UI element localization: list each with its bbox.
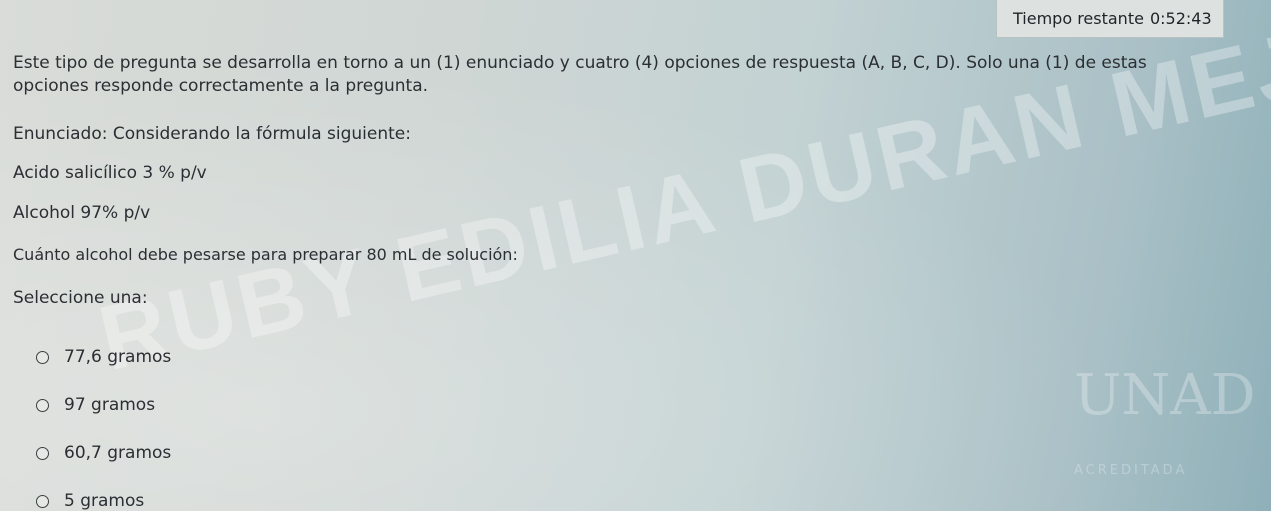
unad-logo-stamp: ACREDITADA (1074, 463, 1188, 478)
formula-line-1: Acido salicílico 3 % p/v (13, 163, 207, 183)
question-content: Este tipo de pregunta se desarrolla en t… (13, 52, 1223, 98)
answer-option-c[interactable]: 60,7 gramos (36, 429, 171, 477)
answer-option-label[interactable]: 77,6 gramos (64, 347, 171, 367)
answer-option-a[interactable]: 77,6 gramos (36, 333, 171, 381)
formula-line-2: Alcohol 97% p/v (13, 203, 151, 223)
answer-option-b[interactable]: 97 gramos (36, 381, 171, 429)
answer-options: 77,6 gramos 97 gramos 60,7 gramos 5 gram… (36, 333, 171, 511)
unad-logo: UNAD ACREDITADA (1060, 345, 1256, 505)
time-remaining-box: Tiempo restante 0:52:43 (996, 0, 1224, 38)
radio-button-d[interactable] (36, 494, 49, 508)
radio-button-a[interactable] (36, 350, 49, 364)
time-remaining-label: Tiempo restante (1013, 9, 1144, 28)
answer-option-d[interactable]: 5 gramos (36, 477, 171, 511)
question-prompt: Cuánto alcohol debe pesarse para prepara… (13, 245, 518, 264)
unad-logo-mark: UNAD (1074, 363, 1256, 428)
radio-button-b[interactable] (36, 398, 49, 412)
question-instructions: Este tipo de pregunta se desarrolla en t… (13, 53, 1147, 96)
answer-option-label[interactable]: 97 gramos (64, 395, 155, 415)
question-statement: Enunciado: Considerando la fórmula sigui… (13, 124, 411, 144)
answer-option-label[interactable]: 60,7 gramos (64, 443, 171, 463)
answer-option-label[interactable]: 5 gramos (64, 491, 144, 511)
select-one-label: Seleccione una: (13, 288, 148, 308)
time-remaining-value: 0:52:43 (1149, 9, 1212, 28)
radio-button-c[interactable] (36, 446, 49, 460)
